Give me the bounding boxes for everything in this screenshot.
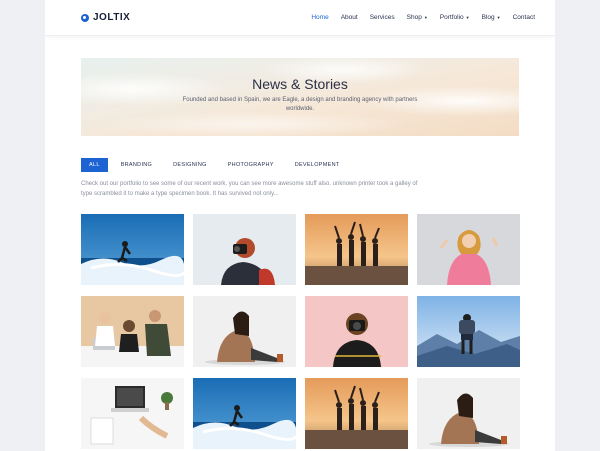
portfolio-item-photographer-backpack[interactable] <box>193 214 296 285</box>
portfolio-filters: ALL BRANDING DESIGNING PHOTOGRAPHY DEVEL… <box>81 158 348 172</box>
portfolio-image <box>193 296 296 367</box>
caret-down-icon: ▼ <box>465 15 470 20</box>
portfolio-item-surfer-wave[interactable] <box>81 214 184 285</box>
portfolio-image <box>305 296 408 367</box>
filter-development[interactable]: DEVELOPMENT <box>287 158 348 172</box>
brand-logo[interactable]: JOLTIX <box>81 12 130 23</box>
portfolio-image <box>81 214 184 285</box>
main-menu: Home About Services Shop ▼ Portfolio ▼ Blo… <box>305 14 541 21</box>
nav-shop[interactable]: Shop ▼ <box>401 14 434 21</box>
page: JOLTIX Home About Services Shop ▼ Portfol… <box>45 0 555 451</box>
filter-designing[interactable]: DESIGNING <box>165 158 215 172</box>
brand-name: JOLTIX <box>93 12 131 23</box>
circle-logo-icon <box>81 13 89 22</box>
nav-shop-label: Shop <box>406 14 422 21</box>
nav-blog[interactable]: Blog ▼ <box>476 14 507 21</box>
portfolio-item-surfer-wave-2[interactable] <box>193 378 296 449</box>
caret-down-icon: ▼ <box>423 15 428 20</box>
nav-portfolio-label: Portfolio <box>439 14 464 21</box>
portfolio-intro: Check out our portfolio to see some of o… <box>81 181 418 197</box>
portfolio-item-friends-sunset-beach[interactable] <box>305 214 408 285</box>
hero-banner: News & Stories Founded and based in Spai… <box>81 58 519 136</box>
caret-down-icon: ▼ <box>496 15 501 20</box>
portfolio-item-desk-laptop-top-view[interactable] <box>81 378 184 449</box>
portfolio-image <box>193 214 296 285</box>
portfolio-item-friends-sunset-beach-2[interactable] <box>305 378 408 449</box>
portfolio-image <box>81 296 184 367</box>
portfolio-image <box>417 296 520 367</box>
nav-about[interactable]: About <box>335 14 364 21</box>
filter-photography[interactable]: PHOTOGRAPHY <box>220 158 282 172</box>
portfolio-item-photographer-pink[interactable] <box>305 296 408 367</box>
portfolio-image <box>305 214 408 285</box>
portfolio-item-woman-pink-hoodie[interactable] <box>417 214 520 285</box>
nav-contact-label: Contact <box>512 14 535 21</box>
portfolio-item-hiker-mountains[interactable] <box>417 296 520 367</box>
portfolio-grid <box>81 214 520 449</box>
nav-contact[interactable]: Contact <box>507 14 541 21</box>
nav-home[interactable]: Home <box>305 14 334 21</box>
nav-portfolio[interactable]: Portfolio ▼ <box>434 14 476 21</box>
portfolio-item-woman-sitting-camera[interactable] <box>193 296 296 367</box>
nav-about-label: About <box>340 14 358 21</box>
filter-branding[interactable]: BRANDING <box>113 158 160 172</box>
page-title: News & Stories <box>252 76 348 92</box>
portfolio-item-team-meeting-laptop[interactable] <box>81 296 184 367</box>
nav-services-label: Services <box>369 14 395 21</box>
portfolio-item-woman-sitting-camera-2[interactable] <box>417 378 520 449</box>
page-subtitle: Founded and based in Spain, we are Eagle… <box>182 97 418 112</box>
nav-home-label: Home <box>311 14 329 21</box>
nav-services[interactable]: Services <box>364 14 401 21</box>
portfolio-image <box>417 214 520 285</box>
nav-blog-label: Blog <box>481 14 495 21</box>
filter-all[interactable]: ALL <box>81 158 108 172</box>
portfolio-image <box>417 378 520 449</box>
top-navigation: JOLTIX Home About Services Shop ▼ Portfol… <box>45 0 555 36</box>
portfolio-image <box>193 378 296 449</box>
portfolio-image <box>305 378 408 449</box>
portfolio-image <box>81 378 184 449</box>
